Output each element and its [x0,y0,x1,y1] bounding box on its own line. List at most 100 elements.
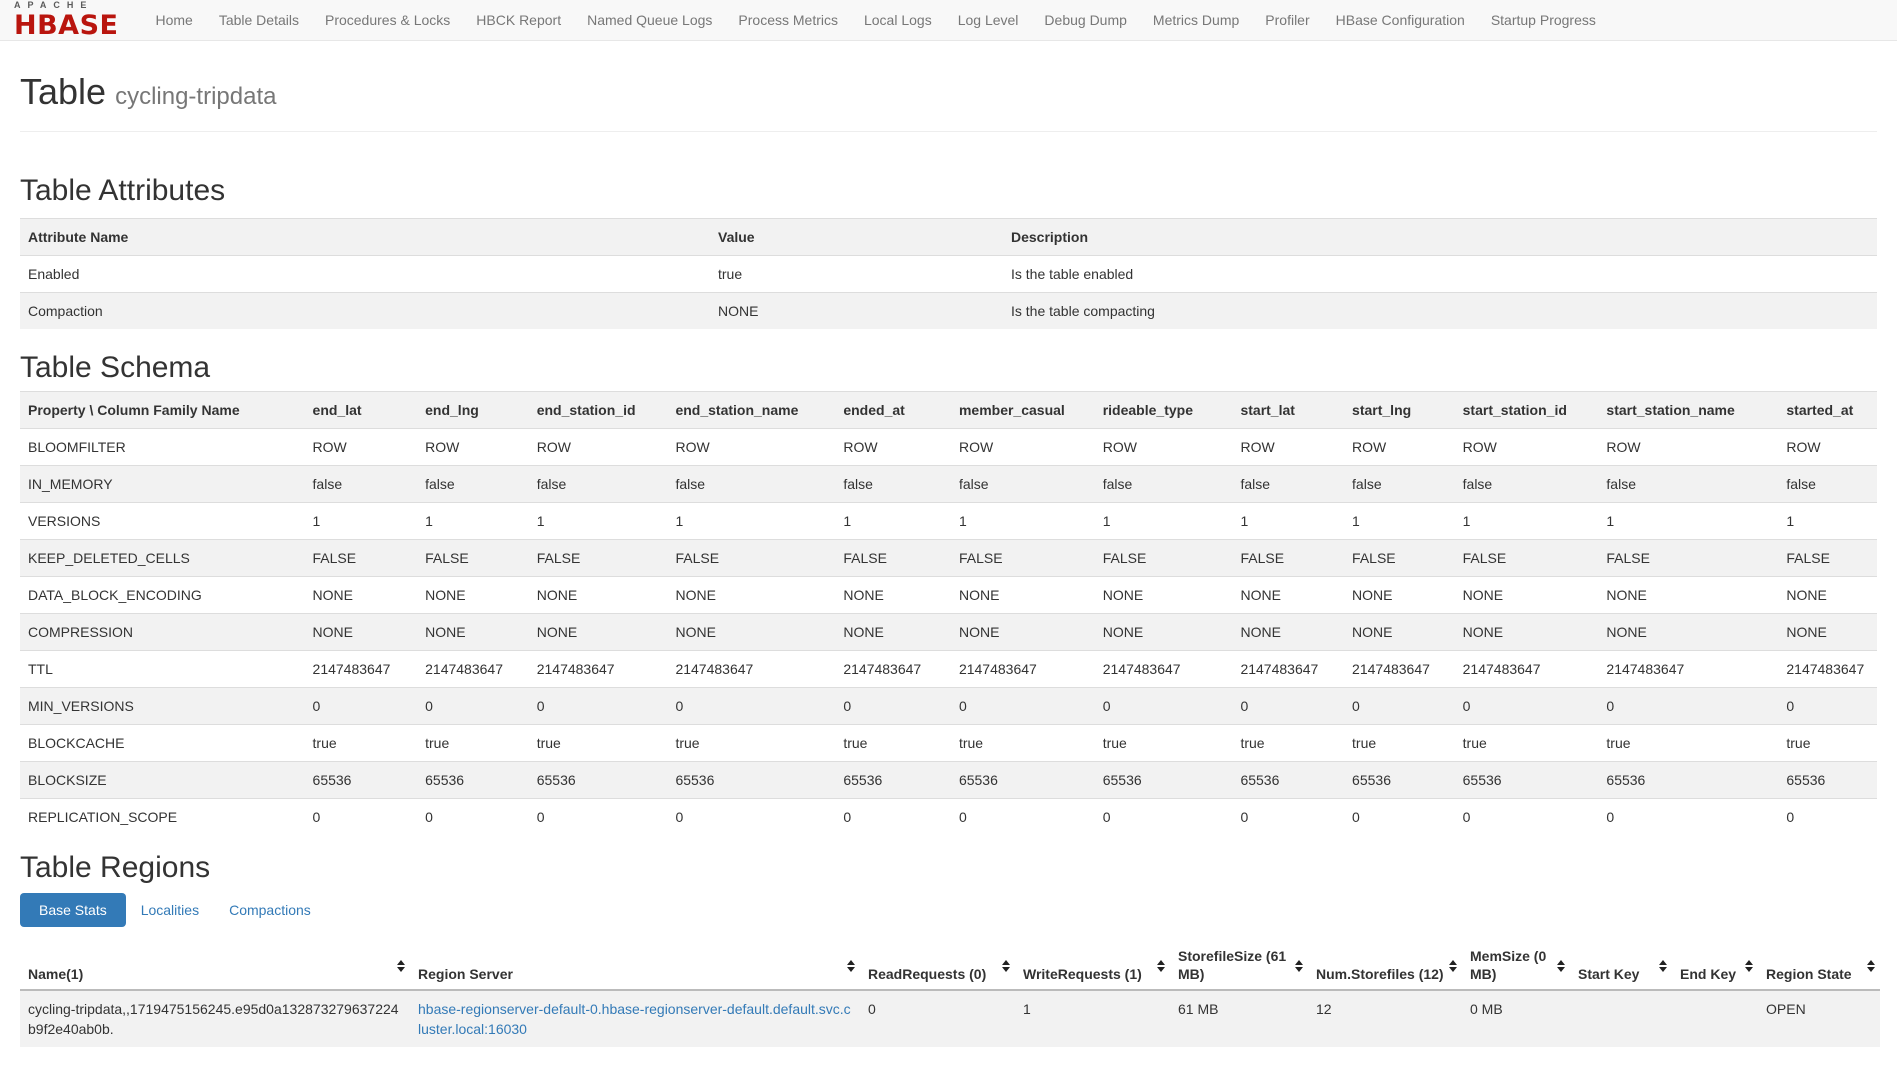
tab-base-stats[interactable]: Base Stats [20,893,126,927]
region-end-key-cell [1672,990,1758,1047]
schema-value-cell: true [667,725,835,762]
schema-value-cell: 0 [529,799,668,836]
schema-value-cell: 0 [1232,799,1344,836]
nav-menu-item: Local Logs [851,0,945,40]
nav-item-log-level[interactable]: Log Level [945,0,1032,40]
nav-item-named-queue-logs[interactable]: Named Queue Logs [574,0,725,40]
sort-up-arrow [1659,960,1667,965]
nav-item-process-metrics[interactable]: Process Metrics [725,0,851,40]
schema-value-cell: NONE [1344,614,1455,651]
nav-item-local-logs[interactable]: Local Logs [851,0,945,40]
schema-value-cell: FALSE [835,540,951,577]
hbase-logo[interactable]: APACHE HBASE [14,1,118,39]
schema-value-cell: false [951,466,1095,503]
schema-value-cell: false [835,466,951,503]
nav-menu-item: Procedures & Locks [312,0,463,40]
schema-value-cell: 2147483647 [1344,651,1455,688]
sort-down-arrow [1867,967,1875,972]
regions-header-label: Region Server [418,966,513,982]
regions-header-region-state[interactable]: Region State [1758,943,1880,990]
nav-item-hbase-configuration[interactable]: HBase Configuration [1323,0,1478,40]
nav-menu-item: Log Level [945,0,1032,40]
regions-header-label: End Key [1680,966,1736,982]
schema-value-cell: ROW [1598,429,1778,466]
schema-value-cell: 0 [951,799,1095,836]
regions-header-storefilesize-61-mb[interactable]: StorefileSize (61 MB) [1170,943,1308,990]
region-name-cell: cycling-tripdata,,1719475156245.e95d0a13… [20,990,410,1047]
schema-value-cell: true [417,725,529,762]
schema-value-cell: NONE [417,577,529,614]
page-content: Tablecycling-tripdata Table Attributes A… [0,71,1897,1047]
sort-icon [1449,960,1457,972]
regions-header-readrequests-0[interactable]: ReadRequests (0) [860,943,1015,990]
nav-item-hbck-report[interactable]: HBCK Report [463,0,574,40]
schema-value-cell: 1 [305,503,418,540]
schema-value-cell: FALSE [1455,540,1599,577]
schema-value-cell: true [529,725,668,762]
sort-up-arrow [1295,960,1303,965]
page-title-text: Table [20,71,106,112]
sort-up-arrow [1867,960,1875,965]
schema-value-cell: 0 [1344,799,1455,836]
schema-value-cell: 65536 [529,762,668,799]
schema-value-cell: 2147483647 [1778,651,1877,688]
schema-table: Property \ Column Family Nameend_latend_… [20,391,1877,835]
schema-value-cell: FALSE [1778,540,1877,577]
schema-family-header-end-station-id: end_station_id [529,392,668,429]
sort-down-arrow [1745,967,1753,972]
regions-tabs: Base StatsLocalitiesCompactions [20,893,1877,927]
sort-icon [1745,960,1753,972]
nav-item-debug-dump[interactable]: Debug Dump [1031,0,1140,40]
schema-value-cell: NONE [1598,577,1778,614]
schema-family-header-ended-at: ended_at [835,392,951,429]
regions-header-start-key[interactable]: Start Key [1570,943,1672,990]
nav-item-profiler[interactable]: Profiler [1252,0,1322,40]
regions-header-end-key[interactable]: End Key [1672,943,1758,990]
nav-menu: HomeTable DetailsProcedures & LocksHBCK … [142,0,1608,40]
region-server-link[interactable]: hbase-regionserver-default-0.hbase-regio… [418,1001,851,1037]
schema-value-cell: 0 [667,688,835,725]
sort-up-arrow [1449,960,1457,965]
regions-header-label: Start Key [1578,966,1639,982]
schema-heading: Table Schema [20,351,1877,385]
regions-header-row: Name(1) Region Server ReadRequests (0) Writ… [20,943,1880,990]
schema-value-cell: 2147483647 [835,651,951,688]
schema-value-cell: 1 [1778,503,1877,540]
schema-value-cell: 0 [1232,688,1344,725]
sort-down-arrow [1449,967,1457,972]
regions-header-writerequests-1[interactable]: WriteRequests (1) [1015,943,1170,990]
schema-value-cell: 0 [1455,799,1599,836]
schema-value-cell: 2147483647 [529,651,668,688]
schema-family-header-end-lat: end_lat [305,392,418,429]
schema-value-cell: 0 [417,799,529,836]
tab-localities[interactable]: Localities [126,893,214,927]
schema-value-cell: 2147483647 [305,651,418,688]
regions-header-memsize-0-mb[interactable]: MemSize (0 MB) [1462,943,1570,990]
regions-header-name-1[interactable]: Name(1) [20,943,410,990]
sort-icon [1002,960,1010,972]
regions-header-num-storefiles-12[interactable]: Num.Storefiles (12) [1308,943,1462,990]
schema-family-header-start-lat: start_lat [1232,392,1344,429]
schema-value-cell: NONE [305,577,418,614]
schema-value-cell: 0 [1778,688,1877,725]
regions-header-label: MemSize (0 MB) [1470,948,1546,982]
schema-family-header-start-lng: start_lng [1344,392,1455,429]
schema-property-cell: BLOOMFILTER [20,429,305,466]
nav-item-metrics-dump[interactable]: Metrics Dump [1140,0,1252,40]
attributes-cell: Is the table compacting [1003,293,1877,330]
schema-value-cell: 0 [667,799,835,836]
nav-item-table-details[interactable]: Table Details [206,0,312,40]
schema-value-cell: NONE [1232,614,1344,651]
nav-item-procedures-locks[interactable]: Procedures & Locks [312,0,463,40]
regions-header-region-server[interactable]: Region Server [410,943,860,990]
region-write-requests-cell: 1 [1015,990,1170,1047]
schema-value-cell: NONE [305,614,418,651]
nav-item-home[interactable]: Home [142,0,205,40]
regions-header-label: WriteRequests (1) [1023,966,1142,982]
nav-menu-item: HBase Configuration [1323,0,1478,40]
tab-compactions[interactable]: Compactions [214,893,326,927]
schema-value-cell: 0 [1598,688,1778,725]
nav-item-startup-progress[interactable]: Startup Progress [1478,0,1609,40]
attributes-header-row: Attribute NameValueDescription [20,219,1877,256]
sort-up-arrow [1557,960,1565,965]
